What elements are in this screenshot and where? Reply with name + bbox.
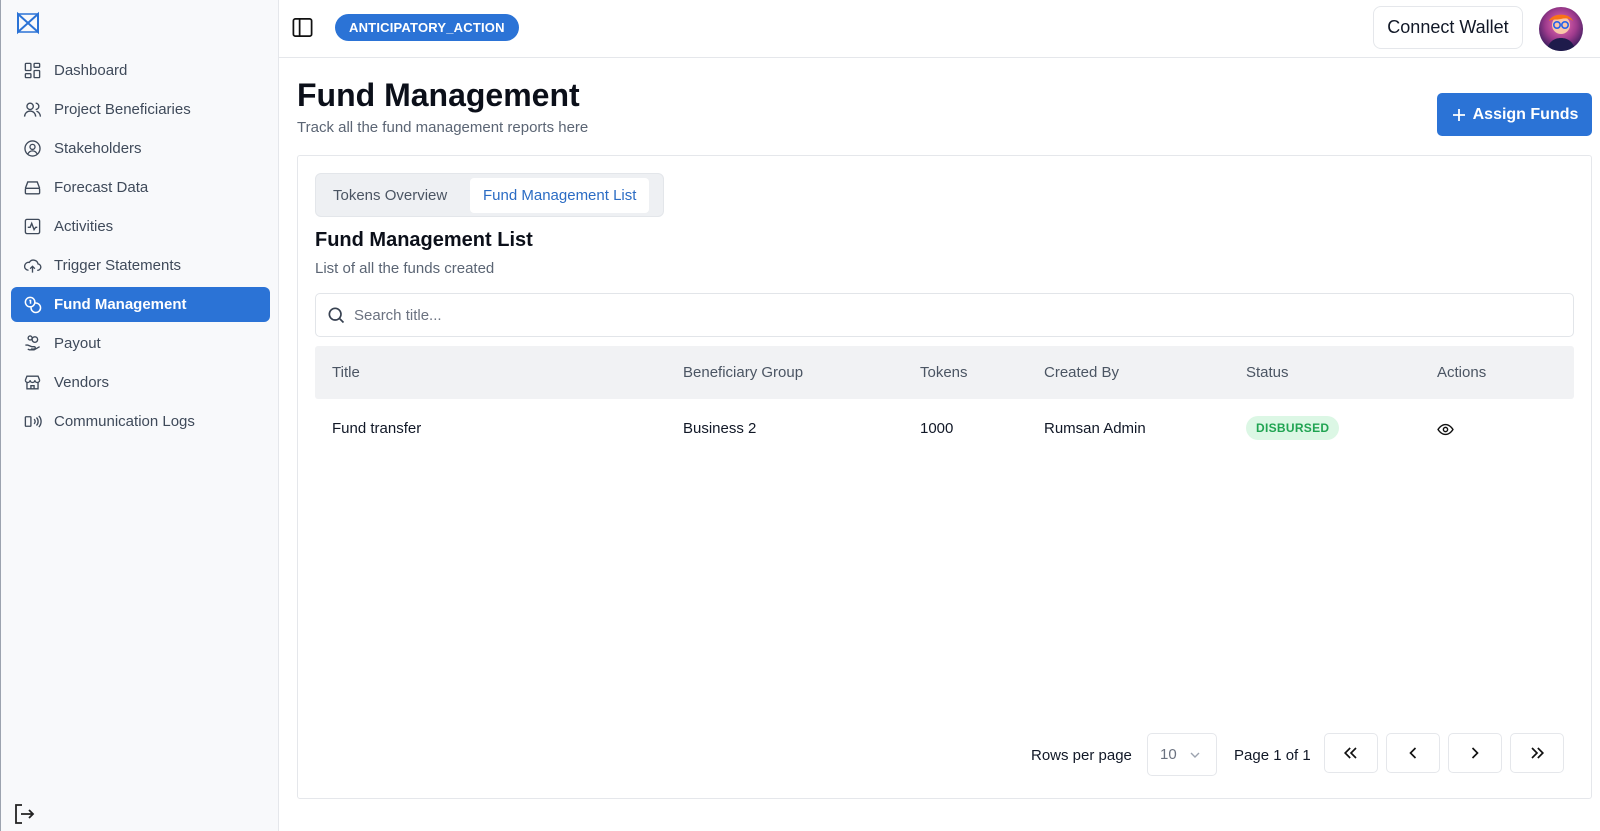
cell-tokens: 1000 (920, 420, 954, 437)
dashboard-grid-icon (24, 62, 41, 79)
sidebar-item-label: Fund Management (54, 296, 187, 313)
last-page-button[interactable] (1510, 733, 1564, 773)
previous-page-button[interactable] (1386, 733, 1440, 773)
connect-wallet-button[interactable]: Connect Wallet (1373, 6, 1523, 49)
cell-beneficiary-group: Business 2 (683, 420, 757, 437)
sidebar-item-payout[interactable]: Payout (11, 326, 270, 361)
activity-icon (24, 218, 41, 235)
sidebar-item-label: Payout (54, 335, 101, 352)
page-indicator: Page 1 of 1 (1234, 747, 1311, 764)
chevron-left-icon (1409, 747, 1417, 759)
hand-coins-icon (25, 335, 40, 351)
column-header-status[interactable]: Status (1246, 364, 1289, 381)
sidebar-item-label: Project Beneficiaries (54, 101, 191, 118)
column-header-actions: Actions (1437, 364, 1487, 381)
chevrons-right-icon (1531, 747, 1545, 759)
cell-created-by: Rumsan Admin (1044, 420, 1146, 437)
sidebar-item-dashboard[interactable]: Dashboard (11, 53, 270, 88)
sidebar-item-label: Dashboard (54, 62, 128, 79)
column-header-created-by[interactable]: Created By (1044, 364, 1119, 381)
user-circle-icon (24, 140, 41, 157)
sidebar-toggle-icon[interactable] (291, 16, 314, 39)
sidebar-item-label: Stakeholders (54, 140, 142, 157)
top-bar: ANTICIPATORY_ACTION Connect Wallet (279, 0, 1600, 58)
sidebar-item-label: Trigger Statements (54, 257, 181, 274)
hard-drive-icon (24, 181, 41, 195)
chevron-down-icon (1190, 752, 1200, 758)
app-logo-icon[interactable] (15, 10, 41, 36)
users-icon (23, 102, 42, 117)
column-header-beneficiary-group[interactable]: Beneficiary Group (683, 364, 803, 381)
first-page-button[interactable] (1324, 733, 1378, 773)
search-icon (328, 307, 345, 324)
coins-icon (24, 296, 42, 314)
sidebar-item-vendors[interactable]: Vendors (11, 365, 270, 400)
column-header-title[interactable]: Title (332, 364, 360, 381)
plus-icon (1452, 108, 1465, 121)
chevron-right-icon (1471, 747, 1479, 759)
rows-per-page-label: Rows per page (1031, 747, 1132, 764)
tab-fund-management-list[interactable]: Fund Management List (470, 178, 650, 213)
avatar-image-icon (1539, 7, 1583, 51)
tab-bar: Tokens Overview Fund Management List (315, 173, 664, 217)
rows-per-page-value: 10 (1160, 746, 1177, 763)
sidebar-item-stakeholders[interactable]: Stakeholders (11, 131, 270, 166)
fund-list-card: Tokens Overview Fund Management List Fun… (297, 155, 1592, 799)
sidebar-item-label: Vendors (54, 374, 110, 391)
assign-funds-label: Assign Funds (1472, 105, 1579, 123)
avatar[interactable] (1539, 7, 1583, 51)
broadcast-icon (24, 415, 42, 428)
project-tag[interactable]: ANTICIPATORY_ACTION (335, 14, 519, 41)
table-row[interactable]: Fund transfer Business 2 1000 Rumsan Adm… (315, 400, 1574, 458)
search-box (315, 293, 1574, 337)
search-input[interactable] (354, 306, 1554, 324)
eye-icon[interactable] (1437, 421, 1454, 438)
list-title: Fund Management List (315, 229, 533, 251)
sidebar-item-project-beneficiaries[interactable]: Project Beneficiaries (11, 92, 270, 127)
sidebar-item-communication-logs[interactable]: Communication Logs (11, 404, 270, 439)
logout-icon[interactable] (12, 802, 36, 826)
page-title: Fund Management (297, 77, 580, 113)
table-header: Title Beneficiary Group Tokens Created B… (315, 346, 1574, 399)
cell-title: Fund transfer (332, 420, 422, 437)
list-subtitle: List of all the funds created (315, 260, 495, 277)
status-badge: DISBURSED (1246, 416, 1340, 440)
sidebar-item-activities[interactable]: Activities (11, 209, 270, 244)
sidebar-item-forecast-data[interactable]: Forecast Data (11, 170, 270, 205)
next-page-button[interactable] (1448, 733, 1502, 773)
sidebar-nav: Dashboard Project Beneficiaries Stakehol… (11, 53, 270, 443)
sidebar-item-label: Activities (54, 218, 114, 235)
sidebar-item-label: Forecast Data (54, 179, 149, 196)
chevrons-left-icon (1343, 747, 1357, 759)
sidebar-item-trigger-statements[interactable]: Trigger Statements (11, 248, 270, 283)
tab-tokens-overview[interactable]: Tokens Overview (320, 178, 460, 213)
assign-funds-button[interactable]: Assign Funds (1437, 93, 1592, 136)
column-header-tokens[interactable]: Tokens (920, 364, 968, 381)
page-subtitle: Track all the fund management reports he… (297, 119, 589, 136)
store-icon (24, 375, 41, 390)
sidebar-item-fund-management[interactable]: Fund Management (11, 287, 270, 322)
rows-per-page-select[interactable]: 10 (1147, 733, 1217, 776)
sidebar-item-label: Communication Logs (54, 413, 195, 430)
sidebar: Dashboard Project Beneficiaries Stakehol… (0, 0, 279, 831)
cloud-upload-icon (23, 259, 42, 273)
